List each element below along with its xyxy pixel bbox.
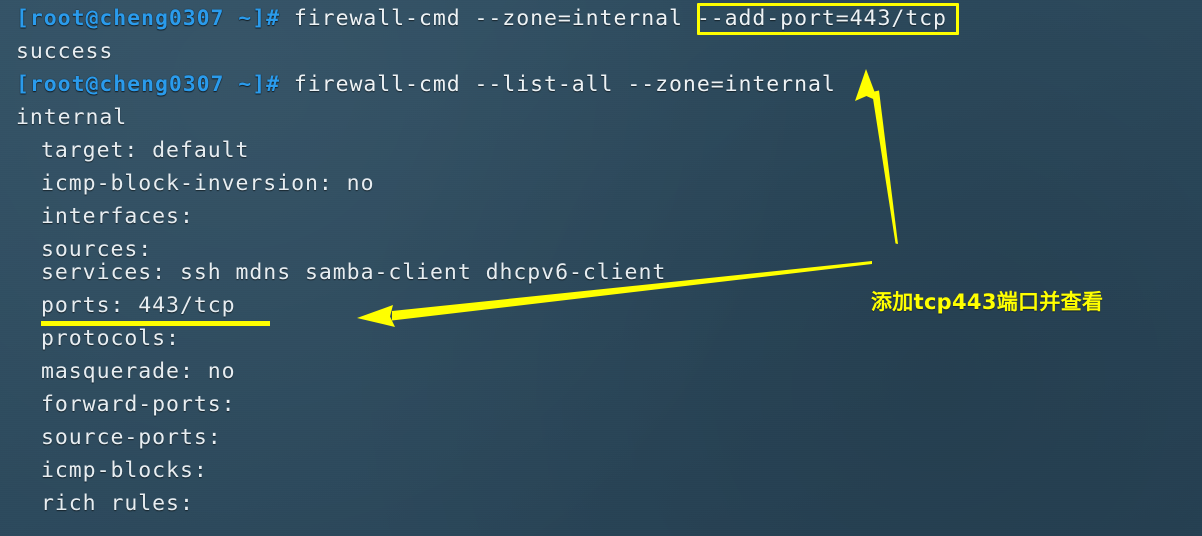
shell-command: firewall-cmd --list-all --zone=internal bbox=[293, 72, 836, 97]
terminal-line-masquerade: masquerade: no bbox=[41, 359, 236, 384]
terminal-line-rich-rules: rich rules: bbox=[41, 491, 194, 516]
annotation-note-text: 添加tcp443端口并查看 bbox=[871, 290, 1104, 314]
terminal-output-area[interactable]: [root@cheng0307 ~]# firewall-cmd --zone=… bbox=[0, 0, 1202, 536]
terminal-line-ports: ports: 443/tcp bbox=[41, 293, 236, 318]
shell-prompt: [root@cheng0307 ~]# bbox=[16, 6, 294, 31]
terminal-line-sources: sources: bbox=[41, 237, 153, 262]
terminal-line-icmp-blocks: icmp-blocks: bbox=[41, 458, 208, 483]
terminal-line-source-ports: source-ports: bbox=[41, 425, 222, 450]
terminal-line-target: target: default bbox=[41, 138, 250, 163]
highlight-box-add-port bbox=[697, 3, 959, 35]
terminal-line-services: services: ssh mdns samba-client dhcpv6-c… bbox=[41, 260, 667, 285]
terminal-screenshot: [root@cheng0307 ~]# firewall-cmd --zone=… bbox=[0, 0, 1202, 536]
terminal-line-output-success: success bbox=[16, 39, 114, 64]
terminal-line-icmp-block-inversion: icmp-block-inversion: no bbox=[41, 171, 375, 196]
terminal-line-command-2: [root@cheng0307 ~]# firewall-cmd --list-… bbox=[16, 73, 836, 97]
terminal-line-protocols: protocols: bbox=[41, 326, 180, 351]
shell-prompt: [root@cheng0307 ~]# bbox=[16, 72, 294, 97]
terminal-line-zone-name: internal bbox=[16, 105, 128, 130]
terminal-line-interfaces: interfaces: bbox=[41, 204, 194, 229]
terminal-line-forward-ports: forward-ports: bbox=[41, 392, 236, 417]
underline-ports-line bbox=[41, 321, 270, 326]
